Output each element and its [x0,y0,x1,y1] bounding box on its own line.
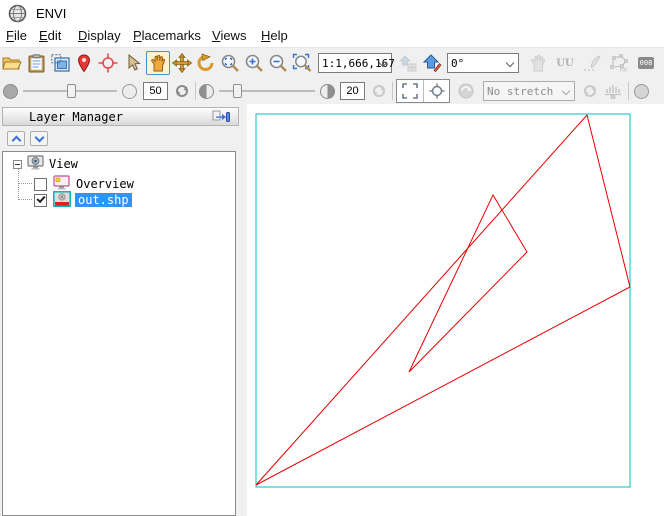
rotate-view-icon[interactable] [194,51,218,75]
refresh-stretch-icon [580,81,600,101]
refresh-brightness-icon[interactable] [172,81,192,101]
main-toolbar: 1:1,666,167 0° UU [0,47,664,78]
move-layer-down-button[interactable] [30,131,48,146]
scale-combo[interactable]: 1:1,666,167 [318,53,392,73]
rotation-combo[interactable]: 0° [447,53,519,73]
spatial-subset-icon[interactable] [48,51,72,75]
histogram-stretch-icon [603,81,623,101]
small-triangle [409,195,527,372]
tree-row-view[interactable]: View [3,156,78,172]
brightness-dark-icon [3,84,18,99]
contrast-left-icon [199,84,214,99]
vector-hand-icon [526,51,550,75]
brightness-input[interactable] [143,82,168,100]
menu-help[interactable]: Help [261,28,288,43]
menu-display[interactable]: Display [78,28,121,43]
envi-logo-icon [8,4,27,28]
layer-manager-title: Layer Manager [29,110,123,124]
open-folder-icon[interactable] [0,51,24,75]
window-title: ENVI [36,6,66,21]
clipped-circle-icon [634,84,649,99]
shapefile-layer-icon [53,191,71,210]
mensuration-008-icon: 008 [634,51,658,75]
chevron-down-icon [506,59,514,67]
crosshair-center-toggle-icon[interactable] [423,80,449,102]
outshp-checkbox[interactable] [34,194,47,207]
fly-move-icon[interactable] [170,51,194,75]
zoom-mode-toggle-group [396,79,450,103]
overview-label: Overview [76,177,134,191]
image-view[interactable] [247,104,664,516]
go-up-level-icon [396,51,420,75]
crosshair-cursor-icon[interactable] [96,51,120,75]
zoom-box-icon[interactable] [290,51,314,75]
svg-text:roi: roi [620,68,627,73]
zoom-out-icon[interactable] [266,51,290,75]
refresh-contrast-icon [369,81,389,101]
menu-file[interactable]: File [6,28,27,43]
view-monitor-icon [27,155,44,173]
contrast-right-icon [320,84,335,99]
sharpen-input[interactable] [340,82,365,100]
menu-bar: File Edit Display Placemarks Views Help [0,27,664,47]
layer-manager-header[interactable]: Layer Manager [2,107,239,126]
chevron-down-icon [562,87,570,95]
vector-vertices-icon: UU [553,51,577,75]
collapse-expander-icon[interactable] [13,160,22,169]
stretch-combo: No stretch [483,81,575,101]
data-manager-clipboard-icon[interactable] [24,51,48,75]
overview-checkbox[interactable] [34,178,47,191]
zoom-fit-icon[interactable] [218,51,242,75]
move-layer-up-button[interactable] [7,131,25,146]
sync-rotate-icon [454,79,478,103]
tree-row-outshp[interactable]: out.shp [3,192,132,208]
placemark-pin-icon[interactable] [72,51,96,75]
menu-views[interactable]: Views [212,28,246,43]
menu-edit[interactable]: Edit [39,28,61,43]
shapefile-polygons [256,115,630,485]
pan-hand-icon[interactable] [146,51,170,75]
menu-placemarks[interactable]: Placemarks [133,28,201,43]
layer-manager-panel: Layer Manager [0,104,247,516]
brightness-light-icon [122,84,137,99]
roi-tool-icon: roi [607,51,631,75]
sharpen-slider[interactable] [219,82,315,100]
outshp-label: out.shp [75,193,132,207]
go-up-edit-icon[interactable] [420,51,444,75]
zoom-in-icon[interactable] [242,51,266,75]
view-label: View [49,157,78,171]
annotation-pen-icon [580,51,604,75]
display-adjust-toolbar: No stretch [0,78,664,104]
brightness-slider[interactable] [23,82,117,100]
vector-layer-svg [247,104,664,516]
select-arrow-icon[interactable] [122,51,146,75]
layer-tree: View Overview [2,151,236,516]
title-bar: ENVI [0,0,664,27]
dock-pin-icon[interactable] [212,110,230,129]
zoom-extent-toggle-icon[interactable] [397,80,423,102]
